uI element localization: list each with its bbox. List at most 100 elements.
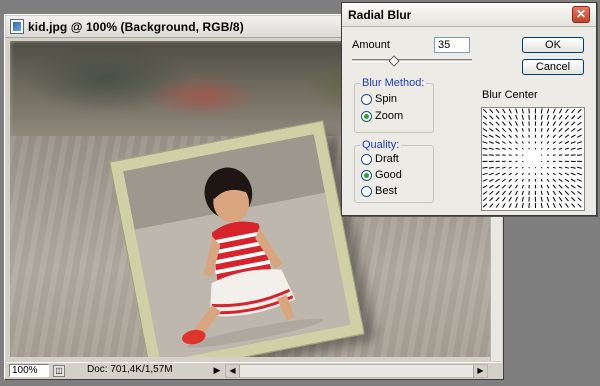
amount-input[interactable]: 35 [434, 37, 470, 53]
blur-ray [508, 141, 512, 144]
blur-ray [552, 172, 556, 176]
blur-ray [552, 114, 556, 120]
blur-ray [552, 134, 556, 138]
ok-button[interactable]: OK [522, 37, 584, 53]
blur-ray [501, 134, 506, 138]
dialog-titlebar[interactable]: Radial Blur ✕ [342, 3, 596, 27]
blur-ray [489, 190, 494, 195]
blur-ray [495, 190, 500, 195]
blur-center-label: Blur Center [482, 89, 538, 101]
blur-ray [546, 172, 550, 176]
radio-zoom[interactable] [361, 110, 372, 122]
blur-ray [546, 147, 550, 150]
blur-ray [540, 166, 543, 169]
best-label: Best [375, 185, 398, 197]
blur-ray [495, 108, 500, 114]
amount-slider[interactable] [352, 55, 472, 67]
blur-ray [521, 114, 524, 120]
blur-ray [495, 172, 500, 176]
blur-ray [546, 141, 550, 144]
blur-ray [515, 190, 518, 196]
blur-ray [508, 108, 512, 114]
blur-ray [521, 178, 524, 182]
blur-ray [571, 115, 576, 120]
blur-ray [521, 108, 524, 114]
blur-ray [576, 147, 583, 150]
blur-ray [501, 141, 506, 144]
blur-ray [482, 141, 488, 144]
blur-ray [564, 190, 570, 196]
blur-ray [558, 184, 563, 189]
blur-ray [570, 190, 576, 195]
quality-group: Quality: Draft Good Best [354, 139, 434, 203]
radio-draft[interactable] [361, 153, 372, 165]
arrow-left-icon[interactable]: ◀ [226, 364, 240, 377]
blur-ray [552, 196, 556, 202]
blur-ray [488, 166, 494, 169]
blur-ray [571, 108, 576, 114]
blur-ray [540, 196, 543, 202]
blur-ray [482, 191, 488, 195]
blur-ray [495, 203, 500, 208]
quality-draft-option[interactable]: Draft [361, 153, 399, 165]
close-icon[interactable]: ✕ [572, 6, 590, 23]
blur-ray [552, 141, 556, 144]
blur-center-preview[interactable] [481, 107, 585, 211]
radio-good[interactable] [361, 169, 372, 181]
blur-ray [482, 147, 488, 150]
blur-ray [552, 108, 556, 114]
blur-ray [501, 184, 506, 189]
radio-best[interactable] [361, 185, 372, 197]
blur-ray [577, 184, 582, 189]
status-bar: 100% ◫ Doc: 701,4K/1,57M ▶ ◀ ▶ [6, 362, 502, 378]
blur-ray [552, 184, 556, 189]
quality-good-option[interactable]: Good [361, 169, 402, 181]
blur-ray [508, 114, 512, 120]
blur-ray [482, 166, 488, 169]
quality-best-option[interactable]: Best [361, 185, 397, 197]
blur-ray [521, 196, 524, 202]
blur-ray [482, 172, 488, 176]
blur-ray [577, 108, 582, 114]
blur-method-spin-option[interactable]: Spin [361, 93, 397, 105]
blur-ray [558, 166, 563, 169]
blur-ray [546, 108, 550, 114]
blur-ray [540, 114, 543, 120]
blur-ray [502, 166, 506, 169]
blur-ray [482, 108, 488, 114]
blur-ray [502, 108, 506, 114]
blur-method-legend: Blur Method: [360, 77, 427, 89]
blur-ray [508, 134, 512, 138]
horizontal-scrollbar[interactable]: ◀ ▶ [225, 363, 488, 378]
blur-ray [546, 114, 550, 120]
radio-spin[interactable] [361, 93, 372, 105]
triangle-right-icon[interactable]: ▶ [211, 364, 223, 377]
blur-ray [565, 203, 569, 208]
blur-ray [564, 134, 570, 139]
blur-ray [552, 166, 556, 169]
blur-ray [571, 197, 576, 202]
blur-ray [570, 147, 576, 150]
blur-ray [540, 128, 543, 132]
blur-ray [577, 121, 582, 126]
child-photo [123, 134, 351, 357]
blur-ray [558, 108, 563, 114]
arrow-right-icon[interactable]: ▶ [473, 364, 487, 377]
blur-ray [515, 172, 518, 176]
blur-ray [546, 166, 550, 169]
blur-ray [482, 197, 488, 202]
blur-method-zoom-option[interactable]: Zoom [361, 110, 403, 122]
blur-ray [495, 196, 500, 202]
blur-ray [570, 134, 576, 138]
blur-ray [489, 108, 494, 114]
blur-ray [502, 147, 506, 150]
cancel-button[interactable]: Cancel [522, 59, 584, 75]
blur-ray [482, 203, 488, 208]
amount-slider-thumb[interactable] [388, 55, 401, 67]
status-preview-icon[interactable]: ◫ [53, 364, 65, 377]
blur-ray [515, 127, 518, 132]
blur-ray [570, 141, 576, 144]
blur-ray [515, 114, 518, 120]
zoom-level-field[interactable]: 100% [9, 364, 49, 377]
blur-ray [488, 147, 494, 150]
